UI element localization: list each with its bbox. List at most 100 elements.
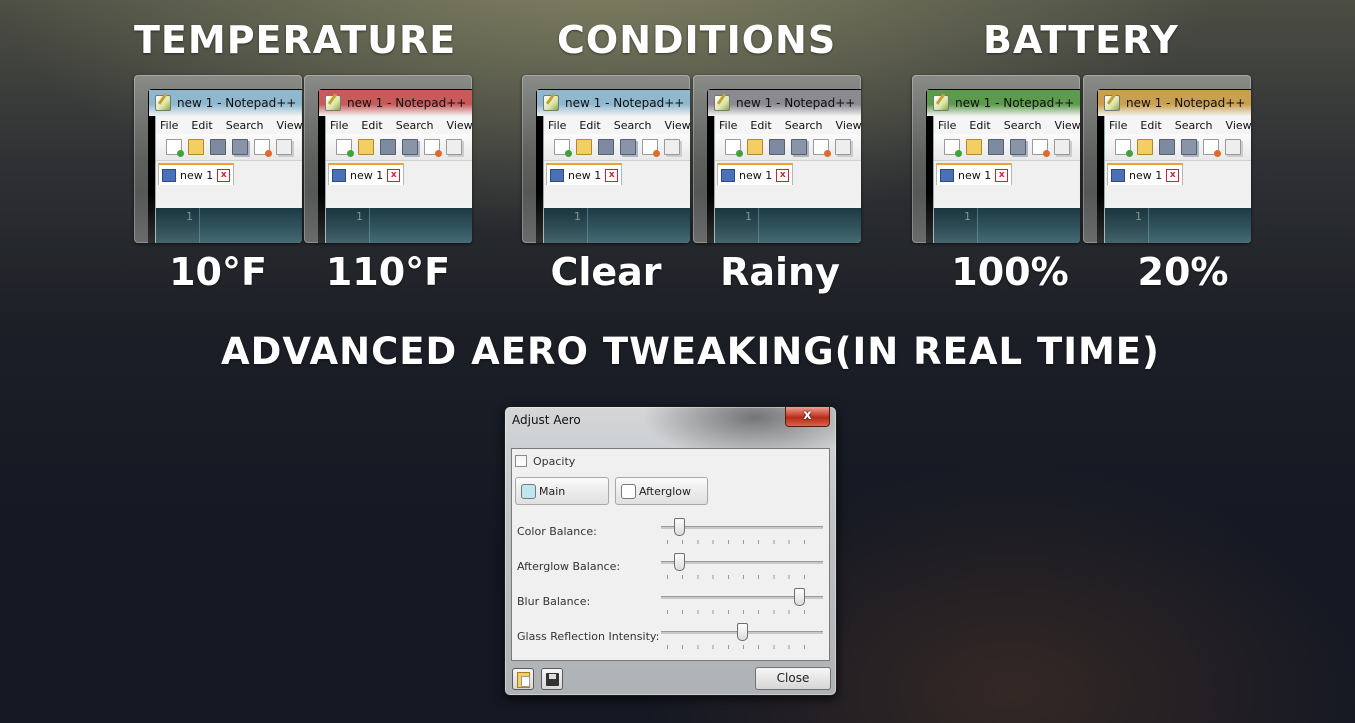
close-file-icon (1203, 139, 1221, 157)
notepad-window: new 1 - Notepad++ File Edit Search View (1097, 89, 1251, 243)
tab-close-icon: x (995, 168, 1009, 182)
color-balance-thumb[interactable] (674, 518, 685, 536)
menu-edit: Edit (750, 118, 772, 132)
menu-view: View (1054, 118, 1080, 132)
save-button[interactable] (541, 668, 563, 690)
notepad-tab-label: new 1 (739, 168, 773, 182)
menu-file: File (1109, 118, 1128, 132)
disk-icon (550, 168, 564, 182)
thumbnail-temp-10f: new 1 - Notepad++ File Edit Search View (134, 75, 302, 243)
afterglow-balance-label: Afterglow Balance: (517, 560, 621, 573)
heading-conditions: CONDITIONS (557, 18, 837, 62)
menu-search: Search (395, 118, 434, 132)
close-all-icon (1054, 139, 1070, 155)
thumbnail-cond-clear: new 1 - Notepad++ File Edit Search View (522, 75, 690, 243)
adjust-aero-dialog: Adjust Aero x Opacity Main Afterglow Col… (504, 406, 837, 696)
thumbnail-battery-20: new 1 - Notepad++ File Edit Search View (1083, 75, 1251, 243)
afterglow-balance-slider[interactable] (661, 553, 823, 583)
color-balance-label: Color Balance: (517, 525, 597, 538)
save-icon (546, 673, 559, 686)
line-number: 1 (745, 210, 752, 223)
afterglow-color-swatch (621, 484, 636, 499)
notepad-editor: 1 (544, 208, 690, 243)
notepad-tab-label: new 1 (568, 168, 602, 182)
menu-search: Search (1174, 118, 1213, 132)
notepad-title: new 1 - Notepad++ (347, 96, 467, 110)
menu-file: File (548, 118, 567, 132)
tab-close-icon: x (387, 168, 401, 182)
notepad-app-icon (1104, 95, 1120, 111)
notepad-titlebar: new 1 - Notepad++ (319, 90, 472, 116)
notepad-editor: 1 (326, 208, 472, 243)
blur-balance-thumb[interactable] (794, 588, 805, 606)
notepad-body: File Edit Search View new 1 x 1 (714, 116, 861, 243)
heading-advanced-aero: ADVANCED AERO TWEAKING(IN REAL TIME) (221, 330, 1160, 373)
new-file-icon (1115, 139, 1133, 157)
notepad-title: new 1 - Notepad++ (1126, 96, 1246, 110)
notepad-titlebar: new 1 - Notepad++ (537, 90, 690, 116)
heading-battery: BATTERY (983, 18, 1179, 62)
dialog-client: Opacity Main Afterglow Color Balance: Af… (511, 448, 830, 661)
opacity-label: Opacity (533, 455, 576, 468)
line-gutter: 1 (326, 208, 370, 243)
blur-balance-slider[interactable] (661, 588, 823, 618)
notepad-editor: 1 (156, 208, 302, 243)
load-button[interactable] (512, 668, 534, 690)
line-number: 1 (574, 210, 581, 223)
close-button[interactable]: Close (755, 667, 831, 690)
glass-reflection-thumb[interactable] (737, 623, 748, 641)
notepad-title: new 1 - Notepad++ (736, 96, 856, 110)
notepad-tab: new 1 x (158, 163, 235, 185)
notepad-toolbar (1105, 134, 1251, 161)
close-all-icon (446, 139, 462, 155)
opacity-checkbox[interactable] (515, 455, 527, 467)
notepad-editor: 1 (715, 208, 861, 243)
afterglow-toggle-button[interactable]: Afterglow (615, 477, 708, 505)
open-folder-icon (188, 139, 204, 155)
notepad-tabbar: new 1 x (326, 161, 472, 185)
menu-file: File (160, 118, 179, 132)
notepad-tab-label: new 1 (350, 168, 384, 182)
caption-clear: Clear (550, 250, 662, 294)
main-toggle-button[interactable]: Main (515, 477, 609, 505)
caption-10f: 10°F (169, 250, 267, 294)
save-all-icon (402, 139, 418, 155)
notepad-tabbar: new 1 x (544, 161, 690, 185)
afterglow-balance-thumb[interactable] (674, 553, 685, 571)
notepad-menubar: File Edit Search View (934, 116, 1080, 134)
notepad-toolbar (326, 134, 472, 161)
afterglow-label: Afterglow (639, 485, 691, 498)
menu-file: File (938, 118, 957, 132)
notepad-window: new 1 - Notepad++ File Edit Search View (926, 89, 1080, 243)
caption-100: 100% (951, 250, 1069, 294)
line-gutter: 1 (715, 208, 759, 243)
notepad-tab: new 1 x (717, 163, 794, 185)
menu-edit: Edit (1140, 118, 1162, 132)
menu-search: Search (1003, 118, 1042, 132)
save-all-icon (232, 139, 248, 155)
notepad-titlebar: new 1 - Notepad++ (927, 90, 1080, 116)
close-file-icon (1032, 139, 1050, 157)
disk-icon (332, 168, 346, 182)
color-balance-slider[interactable] (661, 518, 823, 548)
disk-icon (1111, 168, 1125, 182)
glass-reflection-label: Glass Reflection Intensity: (517, 630, 660, 643)
menu-search: Search (613, 118, 652, 132)
thumbnail-cond-rainy: new 1 - Notepad++ File Edit Search View (693, 75, 861, 243)
glass-reflection-slider[interactable] (661, 623, 823, 653)
notepad-editor: 1 (934, 208, 1080, 243)
line-gutter: 1 (156, 208, 200, 243)
thumbnail-battery-100: new 1 - Notepad++ File Edit Search View (912, 75, 1080, 243)
notepad-window: new 1 - Notepad++ File Edit Search View (148, 89, 302, 243)
menu-edit: Edit (361, 118, 383, 132)
close-icon[interactable]: x (785, 407, 830, 427)
open-folder-icon (966, 139, 982, 155)
save-all-icon (620, 139, 636, 155)
close-file-icon (254, 139, 272, 157)
notepad-tab: new 1 x (546, 163, 623, 185)
notepad-tab-label: new 1 (1129, 168, 1163, 182)
notepad-title: new 1 - Notepad++ (565, 96, 685, 110)
notepad-app-icon (155, 95, 171, 111)
notepad-menubar: File Edit Search View (1105, 116, 1251, 134)
line-number: 1 (964, 210, 971, 223)
